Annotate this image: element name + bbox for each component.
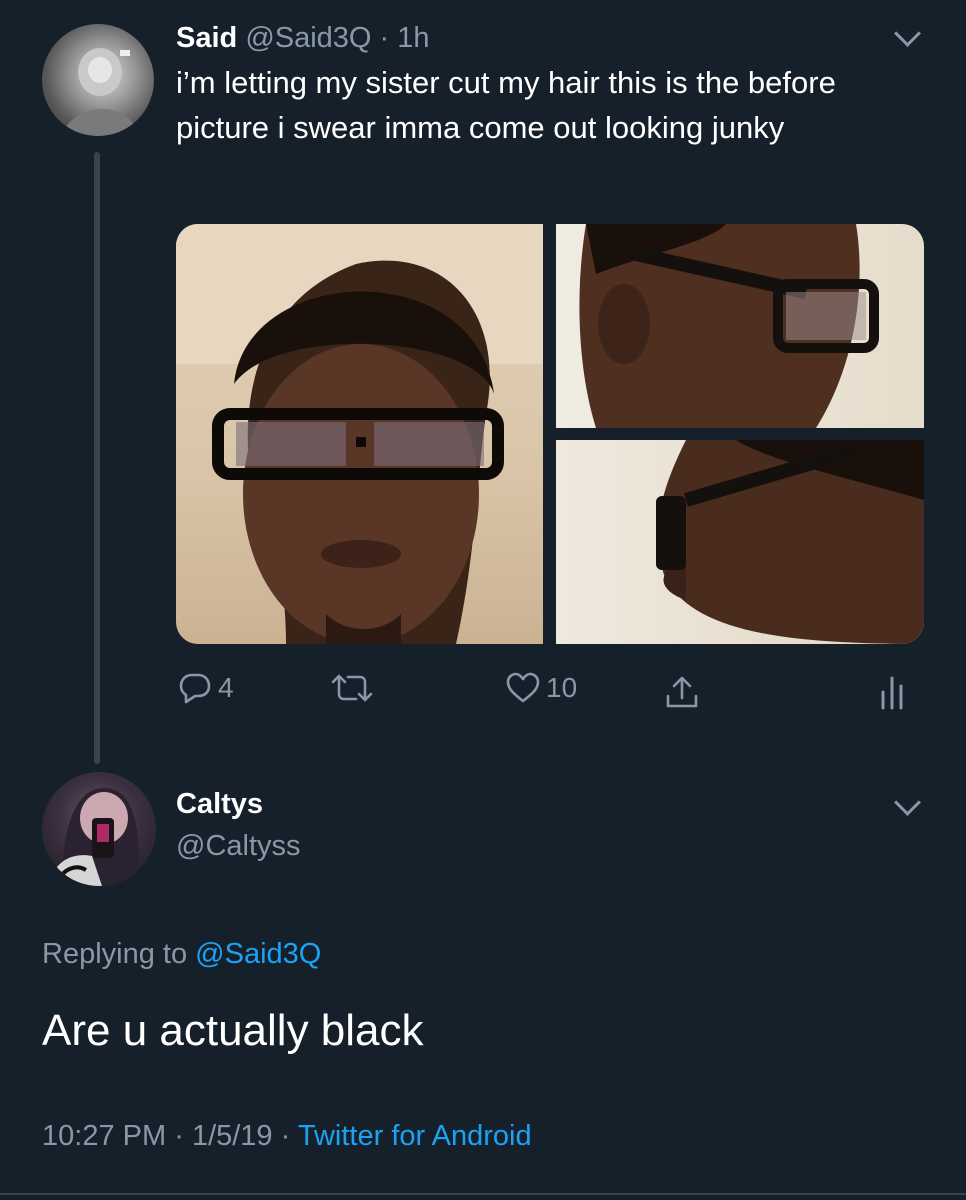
- tweet-time[interactable]: 1h: [397, 22, 429, 54]
- tweet-text: i’m letting my sister cut my hair this i…: [176, 65, 836, 145]
- author-name[interactable]: Said: [176, 22, 237, 54]
- reply-count: 4: [218, 672, 234, 703]
- retweet-icon: [330, 672, 374, 704]
- chevron-down-icon[interactable]: [894, 789, 921, 816]
- photo-front[interactable]: [176, 224, 543, 644]
- reply-icon: [178, 672, 212, 704]
- reply-time: 10:27 PM: [42, 1120, 167, 1152]
- divider: [0, 1193, 966, 1195]
- reply-meta: 10:27 PM · 1/5/19 · Twitter for Android: [42, 1118, 532, 1154]
- like-count: 10: [546, 672, 578, 703]
- caltys-avatar[interactable]: [42, 772, 156, 886]
- author-handle[interactable]: @Said3Q: [245, 22, 371, 54]
- chevron-down-icon[interactable]: [894, 20, 921, 47]
- meta-separator: ·: [280, 1120, 291, 1152]
- analytics-button[interactable]: [878, 674, 906, 710]
- thread-connector-line: [94, 152, 100, 764]
- analytics-icon: [878, 674, 906, 710]
- photo-grid: [176, 224, 924, 644]
- reply-author-handle[interactable]: @Caltyss: [176, 828, 301, 864]
- reply-text: Are u actually black: [42, 1006, 424, 1055]
- meta-separator: ·: [174, 1120, 184, 1152]
- said-avatar[interactable]: [42, 24, 154, 136]
- like-button[interactable]: 10: [506, 672, 577, 704]
- reply-date: 1/5/19: [191, 1120, 273, 1152]
- header-separator: ·: [379, 22, 390, 54]
- replying-prefix: Replying to: [42, 938, 188, 970]
- tweet-header: Said @Said3Q · 1h: [176, 20, 430, 56]
- photo-profile-right[interactable]: [556, 224, 924, 428]
- share-icon: [664, 674, 700, 710]
- reply-button[interactable]: 4: [178, 672, 234, 704]
- reply-source-link[interactable]: Twitter for Android: [298, 1120, 532, 1152]
- photo-profile-left[interactable]: [556, 440, 924, 644]
- retweet-button[interactable]: [330, 672, 380, 704]
- share-button[interactable]: [664, 674, 700, 710]
- replying-to: Replying to @Said3Q: [42, 936, 321, 972]
- reply-author-name[interactable]: Caltys: [176, 786, 263, 822]
- replying-handle-link[interactable]: @Said3Q: [195, 938, 321, 970]
- like-icon: [506, 672, 540, 704]
